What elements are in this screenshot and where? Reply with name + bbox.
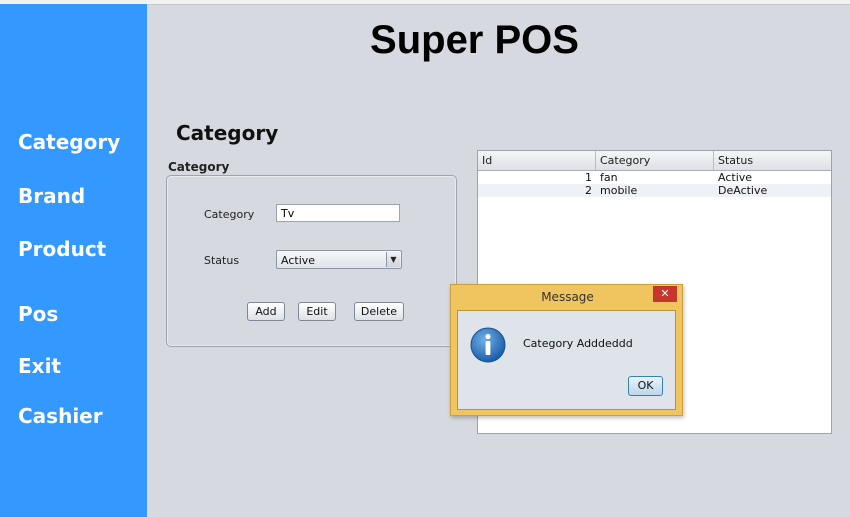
chevron-down-icon[interactable]: ▼ bbox=[386, 252, 400, 267]
cell-status: DeActive bbox=[718, 184, 768, 197]
dialog-message: Category Adddeddd bbox=[523, 337, 633, 350]
cell-status: Active bbox=[718, 171, 753, 184]
table-header: Id Category Status bbox=[478, 151, 831, 171]
ok-button[interactable]: OK bbox=[628, 376, 663, 396]
column-header-category[interactable]: Category bbox=[596, 151, 714, 170]
table-row[interactable]: 2 mobile DeActive bbox=[478, 184, 831, 197]
app-title: Super POS bbox=[370, 18, 579, 62]
column-header-id[interactable]: Id bbox=[478, 151, 596, 170]
cell-id: 2 bbox=[585, 184, 592, 197]
sidebar-item-pos[interactable]: Pos bbox=[18, 302, 58, 326]
sidebar-item-brand[interactable]: Brand bbox=[18, 184, 85, 208]
dialog-body: Category Adddeddd OK bbox=[457, 310, 676, 410]
sidebar-item-product[interactable]: Product bbox=[18, 237, 106, 261]
cell-category: mobile bbox=[600, 184, 638, 197]
close-icon[interactable]: ✕ bbox=[653, 286, 677, 302]
sidebar-item-cashier[interactable]: Cashier bbox=[18, 404, 103, 428]
add-button[interactable]: Add bbox=[247, 302, 285, 321]
sidebar-item-exit[interactable]: Exit bbox=[18, 354, 61, 378]
sidebar: Category Brand Product Pos Exit Cashier bbox=[0, 4, 147, 517]
delete-button[interactable]: Delete bbox=[354, 302, 404, 321]
table-row[interactable]: 1 fan Active bbox=[478, 171, 831, 184]
cell-category: fan bbox=[600, 171, 618, 184]
status-select[interactable]: Active ▼ bbox=[276, 250, 402, 269]
dialog-title: Message bbox=[541, 290, 594, 304]
form-panel-title: Category bbox=[168, 160, 230, 174]
status-field-label: Status bbox=[204, 254, 240, 267]
sidebar-item-category[interactable]: Category bbox=[18, 130, 120, 154]
column-header-status[interactable]: Status bbox=[714, 151, 831, 170]
category-name-input[interactable]: Tv bbox=[276, 204, 400, 222]
message-dialog: Message ✕ Category Adddeddd OK bbox=[450, 284, 683, 416]
info-icon bbox=[470, 327, 506, 363]
section-title: Category bbox=[176, 121, 279, 145]
cell-id: 1 bbox=[585, 171, 592, 184]
edit-button[interactable]: Edit bbox=[298, 302, 336, 321]
category-field-label: Category bbox=[204, 208, 255, 221]
status-select-value: Active bbox=[281, 254, 316, 267]
